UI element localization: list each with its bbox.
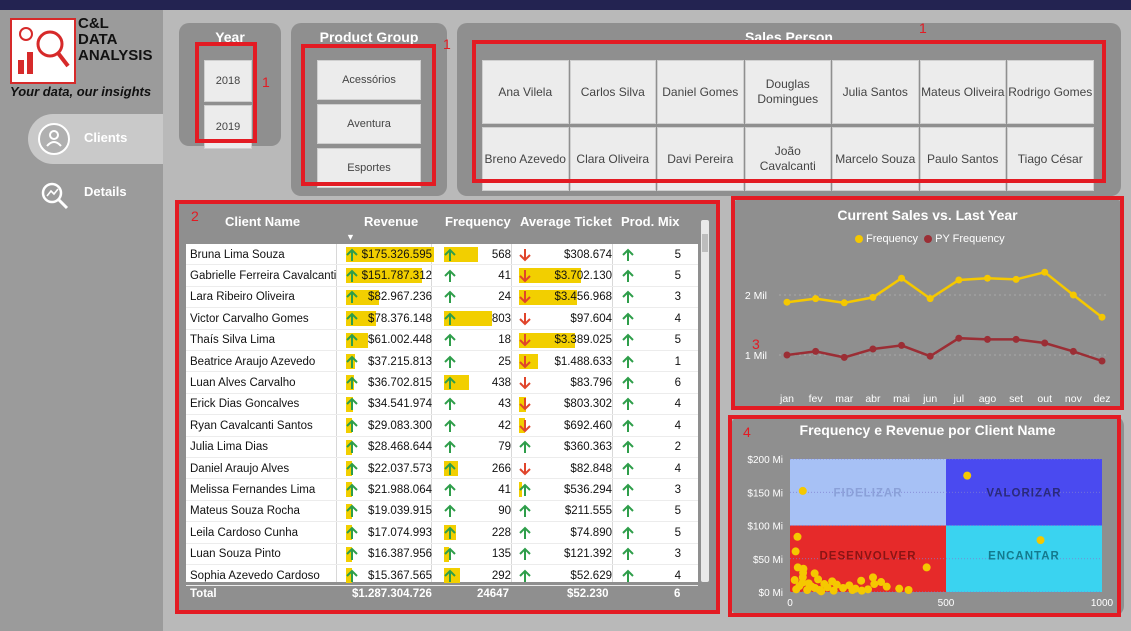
magnifier-chart-icon	[38, 179, 70, 211]
annotation-number: 3	[752, 336, 760, 352]
highlight-box-scatter	[728, 415, 1121, 617]
highlight-box-sales	[472, 40, 1106, 183]
annotation-number: 1	[262, 74, 270, 90]
highlight-box-product	[301, 44, 436, 186]
annotation-number: 1	[443, 36, 451, 52]
sidebar: C&L DATA ANALYSIS Your data, our insight…	[0, 10, 163, 631]
annotation-number: 2	[191, 208, 199, 224]
logo-line-1: C&L	[78, 15, 109, 32]
clients-icon	[38, 123, 70, 155]
logo-icon	[10, 18, 76, 84]
logo-wordmark: C&L DATA ANALYSIS	[78, 16, 152, 64]
product-slicer-title: Product Group	[319, 29, 419, 45]
logo-tagline: Your data, our insights	[10, 84, 152, 99]
logo-line-2: DATA	[78, 31, 118, 48]
logo-line-3: ANALYSIS	[78, 47, 153, 64]
report-canvas: C&L DATA ANALYSIS Your data, our insight…	[0, 10, 1131, 631]
nav-clients-label: Clients	[84, 130, 128, 145]
nav-clients[interactable]: Clients	[28, 114, 163, 164]
annotation-number: 4	[743, 424, 751, 440]
highlight-box-line-chart	[731, 196, 1124, 410]
logo: C&L DATA ANALYSIS Your data, our insight…	[6, 10, 158, 102]
nav-details[interactable]: Details	[28, 170, 163, 214]
annotation-number: 1	[919, 20, 927, 36]
nav-details-label: Details	[84, 184, 127, 199]
highlight-box-table	[175, 200, 720, 614]
highlight-box-year	[195, 42, 257, 143]
